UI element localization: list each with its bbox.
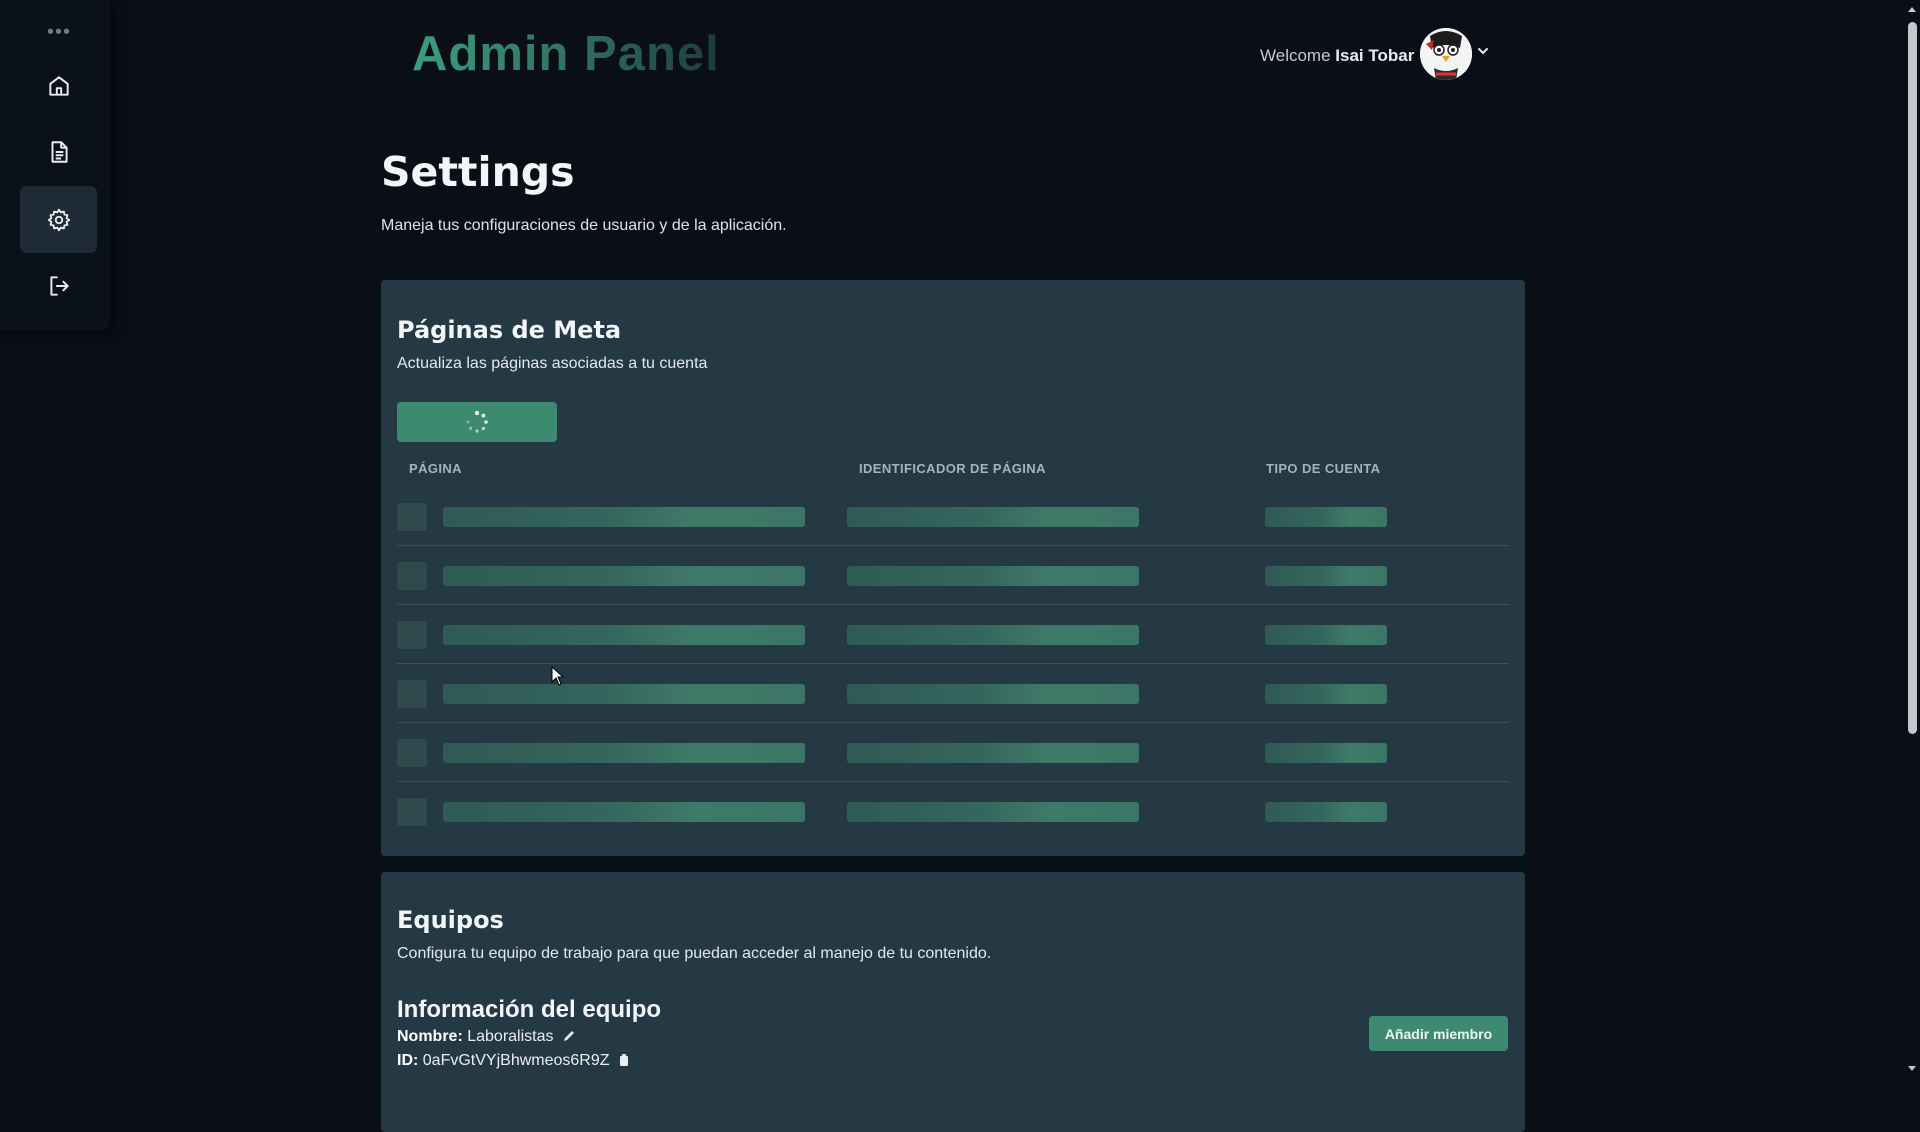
app-title: Admin Panel — [412, 27, 720, 81]
column-header-page-id: IDENTIFICADOR DE PÁGINA — [859, 461, 1046, 476]
skeleton-page-id — [847, 684, 1139, 704]
team-id-label: ID: — [397, 1052, 419, 1069]
add-member-button[interactable]: Añadir miembro — [1369, 1016, 1508, 1051]
page-title: Settings — [381, 148, 575, 196]
teams-card: Equipos Configura tu equipo de trabajo p… — [381, 872, 1525, 1132]
scrollbar-thumb[interactable] — [1908, 22, 1917, 734]
skeleton-page-name — [443, 625, 805, 645]
home-icon — [48, 75, 69, 96]
skeleton-avatar — [397, 798, 427, 826]
team-id-line: ID: 0aFvGtVYjBhwmeos6R9Z — [397, 1052, 630, 1070]
document-icon — [51, 140, 68, 163]
avatar-image-icon — [1420, 28, 1472, 80]
skeleton-page-id — [847, 507, 1139, 527]
welcome-text: Welcome Isai Tobar — [1260, 46, 1414, 66]
skeleton-avatar — [397, 503, 427, 531]
skeleton-page-id — [847, 743, 1139, 763]
skeleton-avatar — [397, 739, 427, 767]
skeleton-account-type — [1265, 625, 1387, 645]
sidebar-item-settings[interactable] — [20, 186, 97, 253]
skeleton-account-type — [1265, 743, 1387, 763]
skeleton-page-id — [847, 802, 1139, 822]
gear-icon — [47, 208, 70, 231]
skeleton-page-id — [847, 566, 1139, 586]
chevron-down-icon[interactable] — [1476, 44, 1490, 58]
skeleton-account-type — [1265, 507, 1387, 527]
skeleton-account-type — [1265, 802, 1387, 822]
skeleton-page-id — [847, 625, 1139, 645]
column-header-page: PÁGINA — [409, 461, 462, 476]
scrollbar[interactable] — [1904, 0, 1920, 1080]
skeleton-account-type — [1265, 684, 1387, 704]
skeleton-page-name — [443, 802, 805, 822]
welcome-prefix: Welcome — [1260, 46, 1331, 65]
team-name-value: Laboralistas — [467, 1028, 554, 1045]
table-row-skeleton — [397, 605, 1509, 664]
table-row-skeleton — [397, 723, 1509, 782]
scroll-down-arrow-icon[interactable] — [1904, 1062, 1920, 1076]
mouse-cursor-icon — [551, 666, 565, 686]
avatar[interactable] — [1420, 28, 1472, 80]
sidebar: ••• — [0, 0, 110, 330]
sidebar-item-documents[interactable] — [20, 118, 97, 185]
more-dots-icon[interactable]: ••• — [47, 22, 71, 42]
sidebar-item-logout[interactable] — [20, 252, 97, 319]
team-info-title: Información del equipo — [397, 996, 662, 1023]
logout-icon — [49, 275, 69, 296]
teams-description: Configura tu equipo de trabajo para que … — [397, 945, 992, 962]
team-name-line: Nombre: Laboralistas — [397, 1028, 576, 1046]
skeleton-page-name — [443, 684, 805, 704]
page-subtitle: Maneja tus configuraciones de usuario y … — [381, 217, 787, 234]
skeleton-page-name — [443, 566, 805, 586]
table-row-skeleton — [397, 782, 1509, 841]
sidebar-item-home[interactable] — [20, 52, 97, 119]
team-id-value: 0aFvGtVYjBhwmeos6R9Z — [422, 1052, 610, 1069]
skeleton-avatar — [397, 562, 427, 590]
meta-pages-card: Páginas de Meta Actualiza las páginas as… — [381, 280, 1525, 856]
table-row-skeleton — [397, 487, 1509, 546]
pencil-icon[interactable] — [562, 1029, 576, 1043]
scroll-up-arrow-icon[interactable] — [1904, 2, 1920, 16]
skeleton-avatar — [397, 680, 427, 708]
meta-pages-description: Actualiza las páginas asociadas a tu cue… — [397, 355, 708, 372]
loading-spinner-icon — [466, 411, 488, 433]
skeleton-account-type — [1265, 566, 1387, 586]
meta-pages-title: Páginas de Meta — [397, 316, 622, 344]
team-name-label: Nombre: — [397, 1028, 463, 1045]
column-header-account-type: TIPO DE CUENTA — [1266, 461, 1381, 476]
user-name: Isai Tobar — [1335, 46, 1415, 65]
teams-title: Equipos — [397, 906, 504, 934]
refresh-pages-button[interactable] — [397, 402, 557, 442]
skeleton-page-name — [443, 507, 805, 527]
copy-icon[interactable] — [618, 1053, 630, 1067]
table-row-skeleton — [397, 546, 1509, 605]
skeleton-page-name — [443, 743, 805, 763]
skeleton-avatar — [397, 621, 427, 649]
